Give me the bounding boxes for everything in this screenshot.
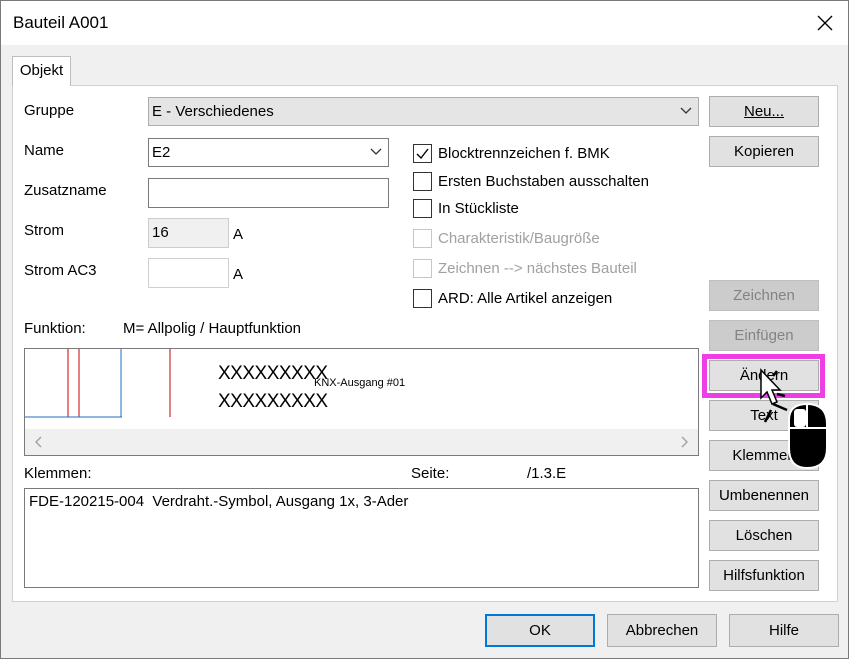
strom-input[interactable]: 16	[148, 218, 229, 248]
chevron-down-icon	[680, 107, 692, 114]
horizontal-scrollbar[interactable]	[25, 429, 698, 455]
strom-unit: A	[233, 226, 244, 243]
checkbox-box[interactable]	[413, 143, 432, 163]
gruppe-label: Gruppe	[24, 102, 75, 119]
ok-button-label: OK	[529, 622, 551, 639]
abbrechen-button-label: Abbrechen	[625, 622, 699, 639]
tab-objekt[interactable]: Objekt	[12, 56, 71, 86]
hilfe-button-label: Hilfe	[768, 622, 799, 639]
hilfsfunktion-button[interactable]: Hilfsfunktion	[709, 560, 819, 591]
funktion-value: M= Allpolig / Hauptfunktion	[123, 320, 302, 337]
loeschen-button[interactable]: Löschen	[709, 520, 819, 551]
scroll-right-icon[interactable]	[678, 436, 690, 448]
einfuegen-button-label: Einfügen	[734, 327, 794, 344]
strom-ac3-label: Strom AC3	[24, 262, 97, 279]
strom-ac3-unit: A	[233, 266, 244, 283]
checkbox-charakteristik[interactable]: Charakteristik/Baugröße	[413, 228, 600, 248]
checkbox-label: In Stückliste	[438, 199, 519, 217]
funktion-label: Funktion:	[24, 320, 86, 337]
chevron-down-icon	[370, 148, 382, 155]
preview-line-2: XXXXXXXXX	[218, 391, 328, 412]
zeichnen-button-label: Zeichnen	[733, 287, 795, 304]
checkbox-box[interactable]	[413, 258, 432, 278]
checkbox-label: Zeichnen --> nächstes Bauteil	[438, 259, 637, 277]
symbol-graphic	[25, 349, 171, 418]
checkbox-zeichnen-naechstes[interactable]: Zeichnen --> nächstes Bauteil	[413, 258, 637, 278]
checkbox-label: ARD: Alle Artikel anzeigen	[438, 289, 613, 307]
mouse-click-icon	[760, 368, 828, 470]
checkbox-box[interactable]	[413, 288, 432, 308]
checkmark-icon	[416, 148, 429, 159]
scroll-left-icon[interactable]	[33, 436, 45, 448]
klemmen-label: Klemmen:	[24, 465, 92, 482]
klemmen-textarea[interactable]: FDE-120215-004 Verdraht.-Symbol, Ausgang…	[24, 488, 699, 588]
seite-label: Seite:	[411, 465, 450, 482]
checkbox-blocktrennzeichen[interactable]: Blocktrennzeichen f. BMK	[413, 143, 610, 163]
checkbox-in-stueckliste[interactable]: In Stückliste	[413, 198, 519, 218]
symbol-preview: XXXXXXXXX KNX-Ausgang #01 XXXXXXXXX	[24, 348, 699, 456]
strom-ac3-input[interactable]	[148, 258, 229, 288]
zusatzname-input[interactable]	[148, 178, 389, 208]
neu-button[interactable]: Neu...	[709, 96, 819, 127]
abbrechen-button[interactable]: Abbrechen	[607, 614, 717, 647]
preview-subscript: KNX-Ausgang #01	[314, 377, 406, 389]
name-combobox[interactable]: E2	[148, 138, 389, 167]
checkbox-box[interactable]	[413, 171, 432, 191]
umbenennen-button-label: Umbenennen	[718, 487, 810, 504]
gruppe-select[interactable]: E - Verschiedenes	[148, 97, 699, 126]
dialog-window: Bauteil A001 Objekt Gruppe Name Zusatzna…	[0, 0, 849, 659]
umbenennen-button[interactable]: Umbenennen	[709, 480, 819, 511]
seite-value: /1.3.E	[527, 465, 567, 482]
close-button[interactable]	[802, 1, 848, 45]
zeichnen-button[interactable]: Zeichnen	[709, 280, 819, 311]
checkbox-ersten-buchstaben[interactable]: Ersten Buchstaben ausschalten	[413, 171, 649, 191]
kopieren-button-label: Kopieren	[733, 143, 795, 160]
close-icon	[817, 15, 833, 31]
checkbox-ard-alle-artikel[interactable]: ARD: Alle Artikel anzeigen	[413, 288, 612, 308]
strom-label: Strom	[24, 222, 65, 239]
preview-line-1: XXXXXXXXX	[218, 363, 328, 384]
checkbox-label: Charakteristik/Baugröße	[438, 229, 600, 247]
loeschen-button-label: Löschen	[735, 527, 793, 544]
checkbox-box[interactable]	[413, 198, 432, 218]
ok-button[interactable]: OK	[485, 614, 595, 647]
einfuegen-button[interactable]: Einfügen	[709, 320, 819, 351]
hilfe-button[interactable]: Hilfe	[729, 614, 839, 647]
checkbox-label: Blocktrennzeichen f. BMK	[438, 144, 610, 162]
checkbox-box[interactable]	[413, 228, 432, 248]
kopieren-button[interactable]: Kopieren	[709, 136, 819, 167]
title-bar: Bauteil A001	[1, 1, 848, 45]
window-title: Bauteil A001	[13, 13, 109, 32]
name-label: Name	[24, 142, 65, 159]
hilfsfunktion-button-label: Hilfsfunktion	[723, 567, 805, 584]
zusatzname-label: Zusatzname	[24, 182, 107, 199]
checkbox-label: Ersten Buchstaben ausschalten	[438, 172, 649, 190]
name-value: E2	[152, 144, 171, 161]
neu-button-label: Neu...	[743, 103, 785, 120]
gruppe-value: E - Verschiedenes	[152, 103, 274, 120]
